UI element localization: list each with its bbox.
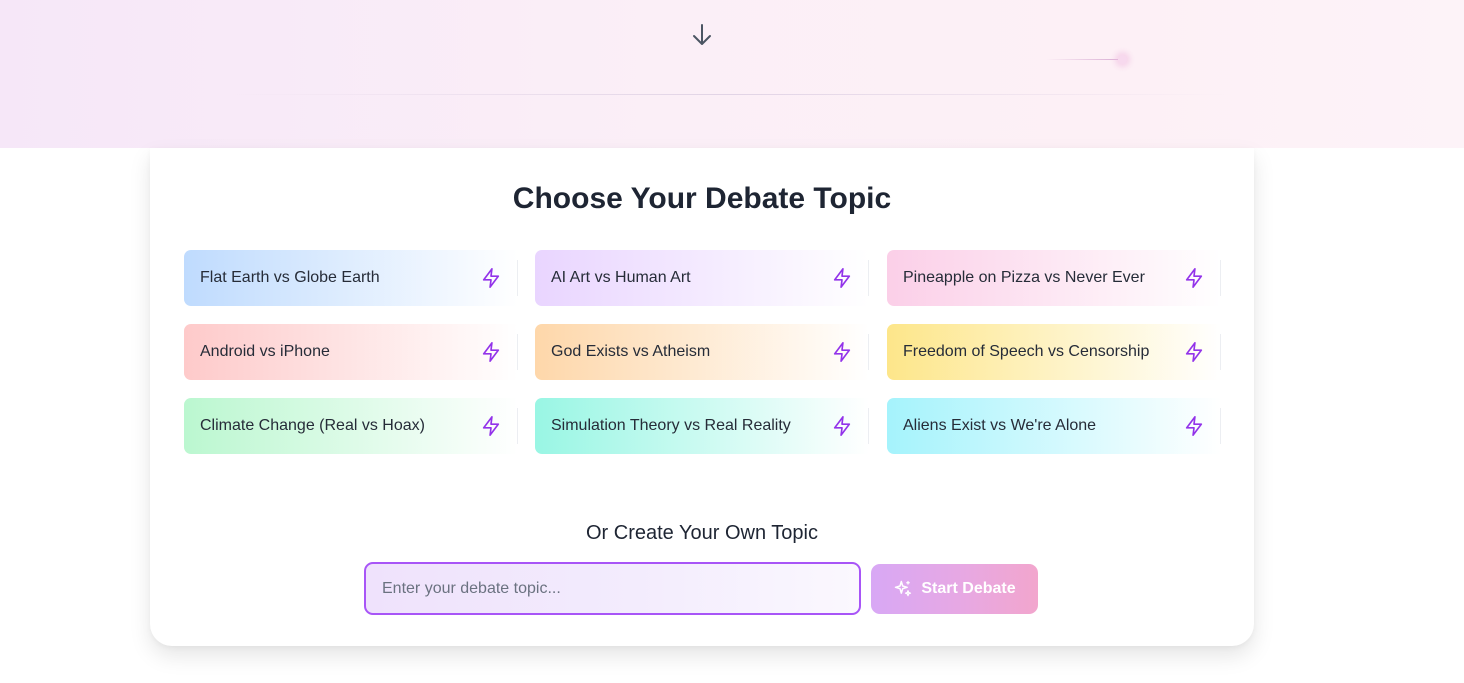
sparkles-icon [895, 580, 912, 597]
topic-label: Aliens Exist vs We're Alone [903, 417, 1097, 434]
topic-option[interactable]: Android vs iPhone [184, 324, 518, 380]
section-title: Choose Your Debate Topic [512, 182, 892, 215]
lightning-icon [833, 416, 851, 436]
topic-label: Android vs iPhone [200, 343, 330, 360]
lightning-icon [482, 416, 500, 436]
topic-label: AI Art vs Human Art [551, 269, 691, 286]
custom-topic-title: Or Create Your Own Topic [586, 522, 818, 544]
lightning-icon [833, 342, 851, 362]
topic-option[interactable]: Aliens Exist vs We're Alone [887, 398, 1221, 454]
decorative-glow-dot [1118, 55, 1127, 64]
arrow-down-icon[interactable] [690, 22, 714, 48]
decorative-line [1046, 59, 1118, 60]
topic-label: God Exists vs Atheism [551, 343, 711, 360]
topic-label: Freedom of Speech vs Censorship [903, 343, 1150, 360]
lightning-icon [833, 268, 851, 288]
topic-option[interactable]: Pineapple on Pizza vs Never Ever [887, 250, 1221, 306]
custom-topic-input[interactable] [364, 562, 861, 615]
start-debate-button[interactable]: Start Debate [871, 564, 1038, 614]
topic-label: Climate Change (Real vs Hoax) [200, 417, 425, 434]
lightning-icon [1185, 416, 1203, 436]
topic-option[interactable]: Simulation Theory vs Real Reality [535, 398, 869, 454]
topic-option[interactable]: God Exists vs Atheism [535, 324, 869, 380]
topic-option[interactable]: Climate Change (Real vs Hoax) [184, 398, 518, 454]
topic-option[interactable]: Freedom of Speech vs Censorship [887, 324, 1221, 380]
topic-option[interactable]: Flat Earth vs Globe Earth [184, 250, 518, 306]
hero-divider [230, 94, 1230, 95]
lightning-icon [482, 268, 500, 288]
topic-label: Simulation Theory vs Real Reality [551, 417, 791, 434]
topic-label: Flat Earth vs Globe Earth [200, 269, 380, 286]
debate-topic-card: Choose Your Debate Topic Flat Earth vs G… [150, 148, 1254, 646]
start-debate-label: Start Debate [921, 580, 1016, 597]
lightning-icon [482, 342, 500, 362]
lightning-icon [1185, 268, 1203, 288]
topic-option[interactable]: AI Art vs Human Art [535, 250, 869, 306]
lightning-icon [1185, 342, 1203, 362]
hero-section [0, 0, 1464, 148]
topic-label: Pineapple on Pizza vs Never Ever [903, 269, 1145, 286]
